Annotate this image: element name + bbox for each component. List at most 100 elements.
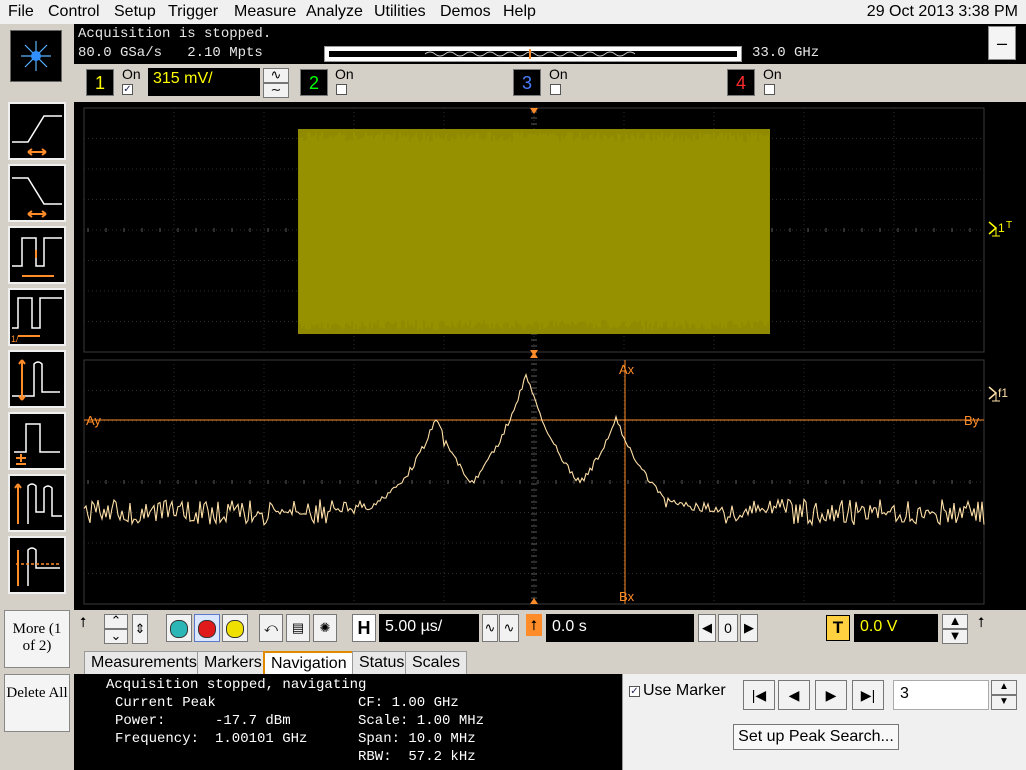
- scale-down-button[interactable]: ∼: [263, 83, 289, 98]
- last-peak-button[interactable]: ▶|: [852, 680, 884, 710]
- menu-trigger[interactable]: Trigger: [168, 3, 218, 21]
- edge-falling-trigger-button[interactable]: [8, 164, 66, 222]
- position-right-button[interactable]: ▶: [740, 614, 758, 642]
- scope-display[interactable]: 1 T f1 Ay By Ax Bx: [74, 102, 1026, 610]
- trigger-level-down-button[interactable]: ▼: [942, 629, 968, 644]
- stop-button[interactable]: [194, 614, 220, 642]
- channel-3-on-label: On: [549, 66, 568, 82]
- period-icon: 1/: [10, 290, 64, 344]
- tab-status[interactable]: Status: [352, 651, 411, 674]
- resolution-bandwidth: RBW: 57.2 kHz: [358, 749, 476, 765]
- menu-measure[interactable]: Measure: [234, 3, 296, 21]
- channel-4-on-label: On: [763, 66, 782, 82]
- expand-button[interactable]: ⇕: [132, 614, 148, 644]
- pin-right-icon[interactable]: ⭡: [978, 614, 985, 631]
- use-marker-checkbox[interactable]: ✓: [629, 686, 640, 697]
- tab-navigation[interactable]: Navigation: [263, 651, 355, 674]
- menu-file[interactable]: File: [8, 3, 34, 21]
- yellow-circle-icon: [226, 620, 244, 638]
- trigger-button[interactable]: T: [826, 615, 850, 641]
- time-scale-down-button[interactable]: ∿: [482, 614, 498, 642]
- tab-scales[interactable]: Scales: [405, 651, 467, 674]
- time-position-field[interactable]: 0.0 s: [546, 614, 694, 642]
- color-grade-cyan-button[interactable]: [166, 614, 192, 642]
- setup-peak-search-button[interactable]: Set up Peak Search...: [733, 724, 899, 750]
- minimize-button[interactable]: –: [988, 26, 1016, 60]
- frequency-scale: Scale: 1.00 MHz: [358, 713, 484, 729]
- navigation-info-panel: Acquisition stopped, navigating Current …: [74, 674, 622, 770]
- datetime: 29 Oct 2013 3:38 PM: [867, 3, 1018, 21]
- autoscale-button[interactable]: ⤺: [259, 614, 283, 642]
- timeout-icon: [10, 538, 64, 592]
- tab-bar: Measurements Markers Navigation Status S…: [74, 650, 1026, 674]
- single-button[interactable]: [222, 614, 248, 642]
- current-peak-label: Current Peak: [115, 695, 216, 711]
- menu-control[interactable]: Control: [48, 3, 100, 21]
- channel-4-button[interactable]: 4: [727, 69, 755, 96]
- peak-number-down-button[interactable]: ▼: [991, 695, 1017, 710]
- channel-bar: 1 On ✓ 315 mV/ ∿ ∼ 2 On 3 On 4 On: [74, 64, 1026, 102]
- period-trigger-button[interactable]: 1/: [8, 288, 66, 346]
- menu-demos[interactable]: Demos: [440, 3, 491, 21]
- first-peak-button[interactable]: |◀: [743, 680, 775, 710]
- time-scale-up-button[interactable]: ∿: [499, 614, 519, 642]
- navigation-status: Acquisition stopped, navigating: [106, 677, 366, 693]
- default-setup-button[interactable]: ▤: [286, 614, 310, 642]
- agilent-logo-icon: [10, 30, 62, 82]
- next-peak-button[interactable]: ▶: [815, 680, 847, 710]
- menu-utilities[interactable]: Utilities: [374, 3, 426, 21]
- scroll-down-button[interactable]: ⌄: [104, 629, 128, 644]
- power-value: -17.7 dBm: [215, 713, 291, 729]
- peak-marker-panel: ✓ Use Marker |◀ ◀ ▶ ▶| 3 ▲ ▼ Set up Peak…: [622, 674, 1026, 770]
- center-frequency: CF: 1.00 GHz: [358, 695, 459, 711]
- fft-marker-icon: f1: [989, 386, 1008, 401]
- edge-rising-trigger-button[interactable]: [8, 102, 66, 160]
- position-left-button[interactable]: ◀: [698, 614, 716, 642]
- pin-icon[interactable]: ⭡: [80, 614, 87, 631]
- previous-peak-button[interactable]: ◀: [778, 680, 810, 710]
- menu-setup[interactable]: Setup: [114, 3, 156, 21]
- marker-ax-label: Ax: [619, 362, 635, 377]
- frequency-label: Frequency:: [115, 731, 199, 747]
- svg-text:T: T: [1006, 220, 1012, 231]
- memory-overview-bar[interactable]: [324, 46, 742, 62]
- channel-3-button[interactable]: 3: [513, 69, 541, 96]
- channel-2-checkbox[interactable]: [336, 84, 347, 95]
- menu-help[interactable]: Help: [503, 3, 536, 21]
- trigger-level-field[interactable]: 0.0 V: [854, 614, 938, 642]
- clear-display-button[interactable]: ✺: [313, 614, 337, 642]
- marker-by-label: By: [964, 413, 980, 428]
- rising-edge-icon: [10, 104, 64, 158]
- runt-trigger-button[interactable]: [8, 350, 66, 408]
- scroll-up-button[interactable]: ⌃: [104, 614, 128, 629]
- timeout-trigger-button[interactable]: [8, 536, 66, 594]
- horizontal-button[interactable]: H: [352, 614, 376, 642]
- tab-measurements[interactable]: Measurements: [84, 651, 204, 674]
- setup-hold-trigger-button[interactable]: [8, 412, 66, 470]
- acquisition-status: Acquisition is stopped.: [78, 26, 271, 42]
- channel-2-button[interactable]: 2: [300, 69, 328, 96]
- peak-number-field[interactable]: 3: [893, 680, 989, 710]
- channel-1-checkbox[interactable]: ✓: [122, 84, 133, 95]
- time-scale-field[interactable]: 5.00 µs/: [379, 614, 479, 642]
- window-trigger-button[interactable]: [8, 474, 66, 532]
- tab-markers[interactable]: Markers: [197, 651, 269, 674]
- more-button[interactable]: More (1 of 2): [4, 610, 70, 668]
- marker-ay-label: Ay: [86, 413, 101, 428]
- peak-number-up-button[interactable]: ▲: [991, 680, 1017, 695]
- channel-1-button[interactable]: 1: [86, 69, 114, 96]
- sample-rate: 80.0 GSa/s 2.10 Mpts: [78, 45, 263, 61]
- cyan-circle-icon: [170, 620, 188, 638]
- trigger-delay-icon[interactable]: ⭡: [526, 614, 542, 636]
- channel-1-scale[interactable]: 315 mV/: [148, 68, 260, 96]
- menu-analyze[interactable]: Analyze: [306, 3, 363, 21]
- pulse-width-trigger-button[interactable]: [8, 226, 66, 284]
- trigger-level-up-button[interactable]: ▲: [942, 614, 968, 629]
- channel-4-checkbox[interactable]: [764, 84, 775, 95]
- use-marker-label: Use Marker: [643, 682, 726, 700]
- channel-1-ground-marker-icon: 1 T: [989, 220, 1012, 236]
- position-zero-button[interactable]: 0: [718, 614, 738, 642]
- delete-all-button[interactable]: Delete All: [4, 674, 70, 732]
- channel-3-checkbox[interactable]: [550, 84, 561, 95]
- scale-up-button[interactable]: ∿: [263, 68, 289, 83]
